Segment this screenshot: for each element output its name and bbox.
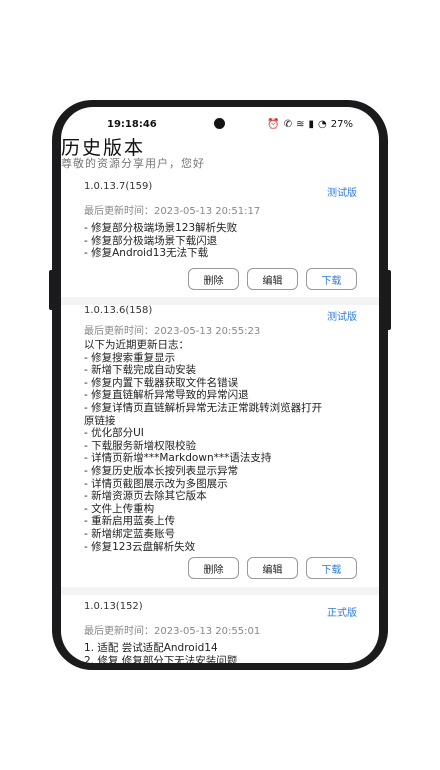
volume-button [49, 270, 53, 310]
channel-badge: 测试版 [327, 188, 357, 199]
power-button [387, 270, 391, 330]
release-notes: 1. 适配 尝试适配Android14 2. 修复 修复部分下无法安装问题 [84, 642, 238, 663]
alarm-icon: ⏰ [267, 119, 280, 130]
delete-button[interactable]: 删除 [188, 268, 239, 290]
update-time: 最后更新时间：2023-05-13 20:55:23 [84, 326, 261, 337]
channel-badge: 正式版 [327, 608, 357, 619]
divider [61, 587, 379, 595]
update-time: 最后更新时间：2023-05-13 20:51:17 [84, 206, 261, 217]
version-number: 1.0.13(152) [84, 601, 143, 612]
update-time: 最后更新时间：2023-05-13 20:55:01 [84, 626, 261, 637]
wifi-icon: ≋ [296, 119, 305, 130]
download-button[interactable]: 下载 [306, 268, 357, 290]
battery-icon: ◔ [318, 119, 327, 130]
page-header: 历史版本 尊敬的资源分享用户，您好 [61, 137, 379, 175]
signal-icon: ▮ [308, 119, 315, 130]
channel-badge: 测试版 [327, 312, 357, 323]
edit-button[interactable]: 编辑 [247, 557, 298, 579]
download-button[interactable]: 下载 [306, 557, 357, 579]
main: 历史版本 尊敬的资源分享用户，您好 1.0.13.7(159) 测试版 最后更新… [61, 137, 379, 663]
page-subtitle: 尊敬的资源分享用户，您好 [61, 157, 205, 170]
release-notes: 以下为近期更新日志： - 修复搜索重复显示 - 新增下载完成自动安装 - 修复内… [84, 339, 323, 553]
status-time: 19:18:46 [107, 119, 157, 130]
battery-level: 27% [330, 119, 353, 130]
delete-button[interactable]: 删除 [188, 557, 239, 579]
status-icons: ⏰ ✆ ≋ ▮ ◔ 27% [267, 119, 353, 130]
card-actions: 删除 编辑 下载 [188, 268, 357, 290]
screen: 19:18:46 ⏰ ✆ ≋ ▮ ◔ 27% 历史版本 尊敬的资源分享用户，您好… [61, 107, 379, 663]
divider [61, 297, 379, 305]
card-actions: 删除 编辑 下载 [188, 557, 357, 579]
version-number: 1.0.13.7(159) [84, 181, 153, 192]
release-notes: - 修复部分极端场景123解析失败 - 修复部分极端场景下载闪退 - 修复And… [84, 222, 238, 260]
edit-button[interactable]: 编辑 [247, 268, 298, 290]
front-camera [214, 118, 225, 129]
version-number: 1.0.13.6(158) [84, 305, 153, 316]
network-icon: ✆ [283, 119, 293, 130]
